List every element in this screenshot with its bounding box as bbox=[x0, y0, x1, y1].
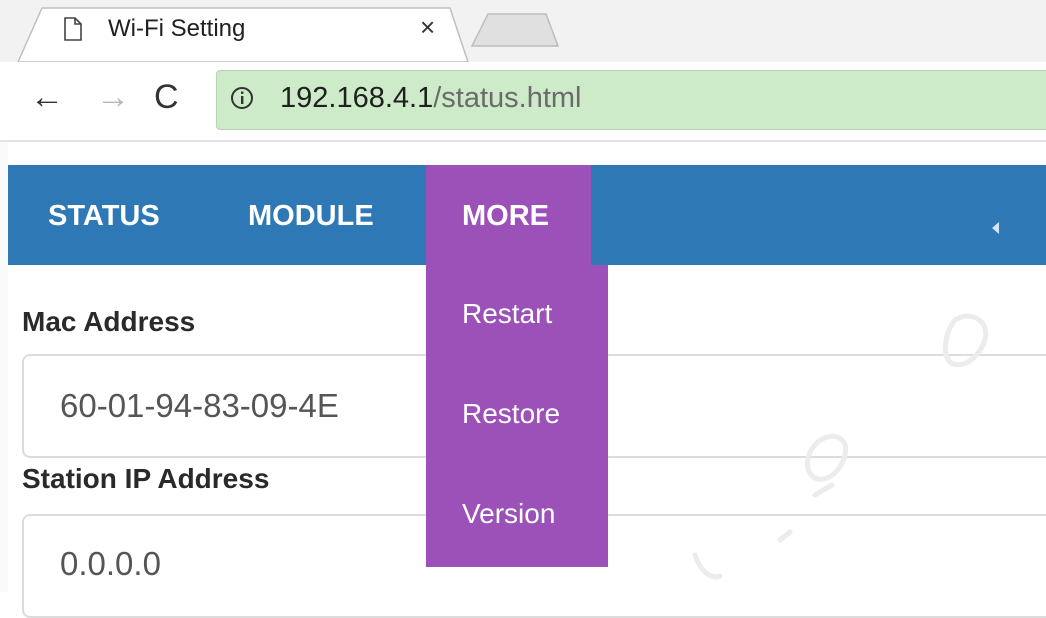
menu-item-version[interactable]: Version bbox=[462, 498, 555, 530]
url-path: /status.html bbox=[433, 82, 582, 114]
new-tab-button[interactable] bbox=[470, 12, 560, 48]
caret-left-icon bbox=[992, 222, 999, 234]
info-icon[interactable] bbox=[230, 86, 254, 110]
page-left-edge bbox=[0, 142, 8, 592]
page-icon bbox=[64, 17, 82, 41]
menu-item-restore[interactable]: Restore bbox=[462, 398, 560, 430]
forward-button[interactable]: → bbox=[96, 80, 130, 114]
station-ip-value: 0.0.0.0 bbox=[60, 545, 161, 582]
mac-address-value: 60-01-94-83-09-4E bbox=[60, 387, 339, 424]
tab-title: Wi-Fi Setting bbox=[108, 15, 246, 42]
back-button[interactable]: ← bbox=[30, 80, 64, 114]
nav-status[interactable]: STATUS bbox=[48, 200, 160, 233]
url-text[interactable]: 192.168.4.1/status.html bbox=[280, 82, 581, 115]
station-ip-label: Station IP Address bbox=[22, 463, 270, 494]
mac-address-label: Mac Address bbox=[22, 306, 196, 337]
nav-more[interactable]: MORE bbox=[462, 200, 549, 233]
url-host: 192.168.4.1 bbox=[280, 82, 434, 114]
tab-close-button[interactable]: × bbox=[420, 14, 435, 40]
chrome-divider bbox=[0, 140, 1046, 142]
reload-button[interactable]: C bbox=[154, 80, 179, 114]
menu-item-restart[interactable]: Restart bbox=[462, 298, 552, 330]
nav-module[interactable]: MODULE bbox=[248, 200, 374, 233]
